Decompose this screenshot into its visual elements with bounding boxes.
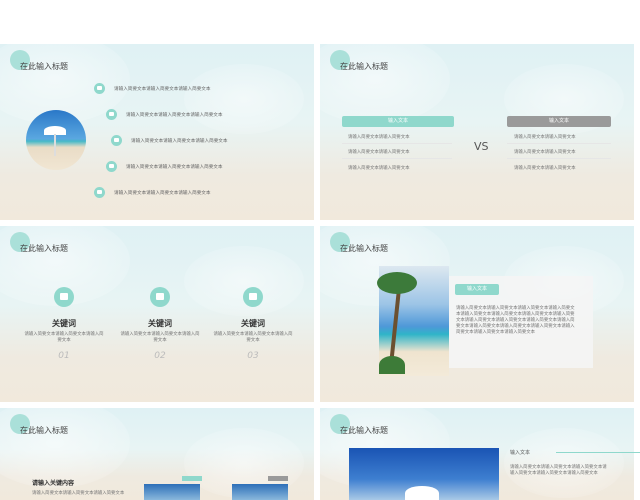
divider <box>507 158 611 159</box>
vs-label: VS <box>474 140 489 153</box>
beach-photo <box>26 110 86 170</box>
compare-right-row: 请输入简要文本请输入简要文本 <box>514 135 576 140</box>
keyword-label: 关键词 <box>241 319 265 328</box>
list-item-text: 请输入简要文本请输入简要文本请输入简要文本 <box>126 165 223 170</box>
keyword-number: 01 <box>58 351 70 361</box>
cube-icon <box>150 287 170 307</box>
photo-thumbnail <box>232 484 288 500</box>
card-icon <box>94 187 105 198</box>
photo-thumbnail <box>144 484 200 500</box>
compare-right-row: 请输入简要文本请输入简要文本 <box>514 150 576 155</box>
compare-left-header: 输入文本 <box>342 116 454 127</box>
compare-right-row: 请输入简要文本请输入简要文本 <box>514 166 576 171</box>
keyword-desc: 请输入简要文本请输入简要文本请输入简要文本 <box>24 332 104 343</box>
slide-title: 在此输入标题 <box>20 244 68 253</box>
divider <box>342 143 452 144</box>
slide-title: 在此输入标题 <box>20 62 68 71</box>
list-item-text: 请输入简要文本请输入简要文本请输入简要文本 <box>114 191 211 196</box>
compare-right-header: 输入文本 <box>507 116 611 127</box>
keyword-label: 关键词 <box>52 319 76 328</box>
list-item-text: 请输入简要文本请输入简要文本请输入简要文本 <box>126 113 223 118</box>
keyword-number: 02 <box>154 351 166 361</box>
list-item-text: 请输入简要文本请输入简要文本请输入简要文本 <box>114 87 211 92</box>
slide-title: 在此输入标题 <box>20 426 68 435</box>
panel-body: 请输入简要文本请输入简要文本请输入简要文本请输入简要文本请输入简要文本请输入简要… <box>456 306 575 335</box>
key-content-heading: 请输入关键内容 <box>32 480 75 487</box>
gear-icon <box>111 135 122 146</box>
divider <box>342 158 452 159</box>
keyword-desc: 请输入简要文本请输入简要文本请输入简要文本 <box>120 332 200 343</box>
sky-beach-photo <box>349 448 499 500</box>
umbrella-shape <box>405 486 439 500</box>
list-item-text: 请输入简要文本请输入简要文本请输入简要文本 <box>131 139 228 144</box>
gray-bar <box>268 476 288 481</box>
palm-beach-photo <box>377 266 449 376</box>
palm-leaves <box>377 272 417 294</box>
bush-shape <box>379 356 405 374</box>
slide-title: 在此输入标题 <box>340 244 388 253</box>
umbrella-pole <box>54 134 56 156</box>
keyword-label: 关键词 <box>148 319 172 328</box>
accent-bar <box>182 476 202 481</box>
keyword-desc: 请输入简要文本请输入简要文本请输入简要文本 <box>213 332 293 343</box>
body-text: 请输入简要文本请输入简要文本请输入简要文本请输入简要文本请输入简要文本请输入简要… <box>510 465 607 476</box>
compare-left-row: 请输入简要文本请输入简要文本 <box>348 166 410 171</box>
keyword-number: 03 <box>247 351 259 361</box>
printer-icon <box>106 109 117 120</box>
slide-title: 在此输入标题 <box>340 426 388 435</box>
globe-icon <box>106 161 117 172</box>
panel-header: 输入文本 <box>455 284 499 295</box>
slide-title: 在此输入标题 <box>340 62 388 71</box>
compare-left-row: 请输入简要文本请输入简要文本 <box>348 150 410 155</box>
text-label: 输入文本 <box>510 450 531 456</box>
accent-line <box>556 452 640 453</box>
divider <box>507 143 611 144</box>
location-icon <box>243 287 263 307</box>
briefcase-icon <box>54 287 74 307</box>
compare-left-row: 请输入简要文本请输入简要文本 <box>348 135 410 140</box>
monitor-icon <box>94 83 105 94</box>
key-content-body: 请输入简要文本请输入简要文本请输入简要文本 <box>32 491 125 496</box>
